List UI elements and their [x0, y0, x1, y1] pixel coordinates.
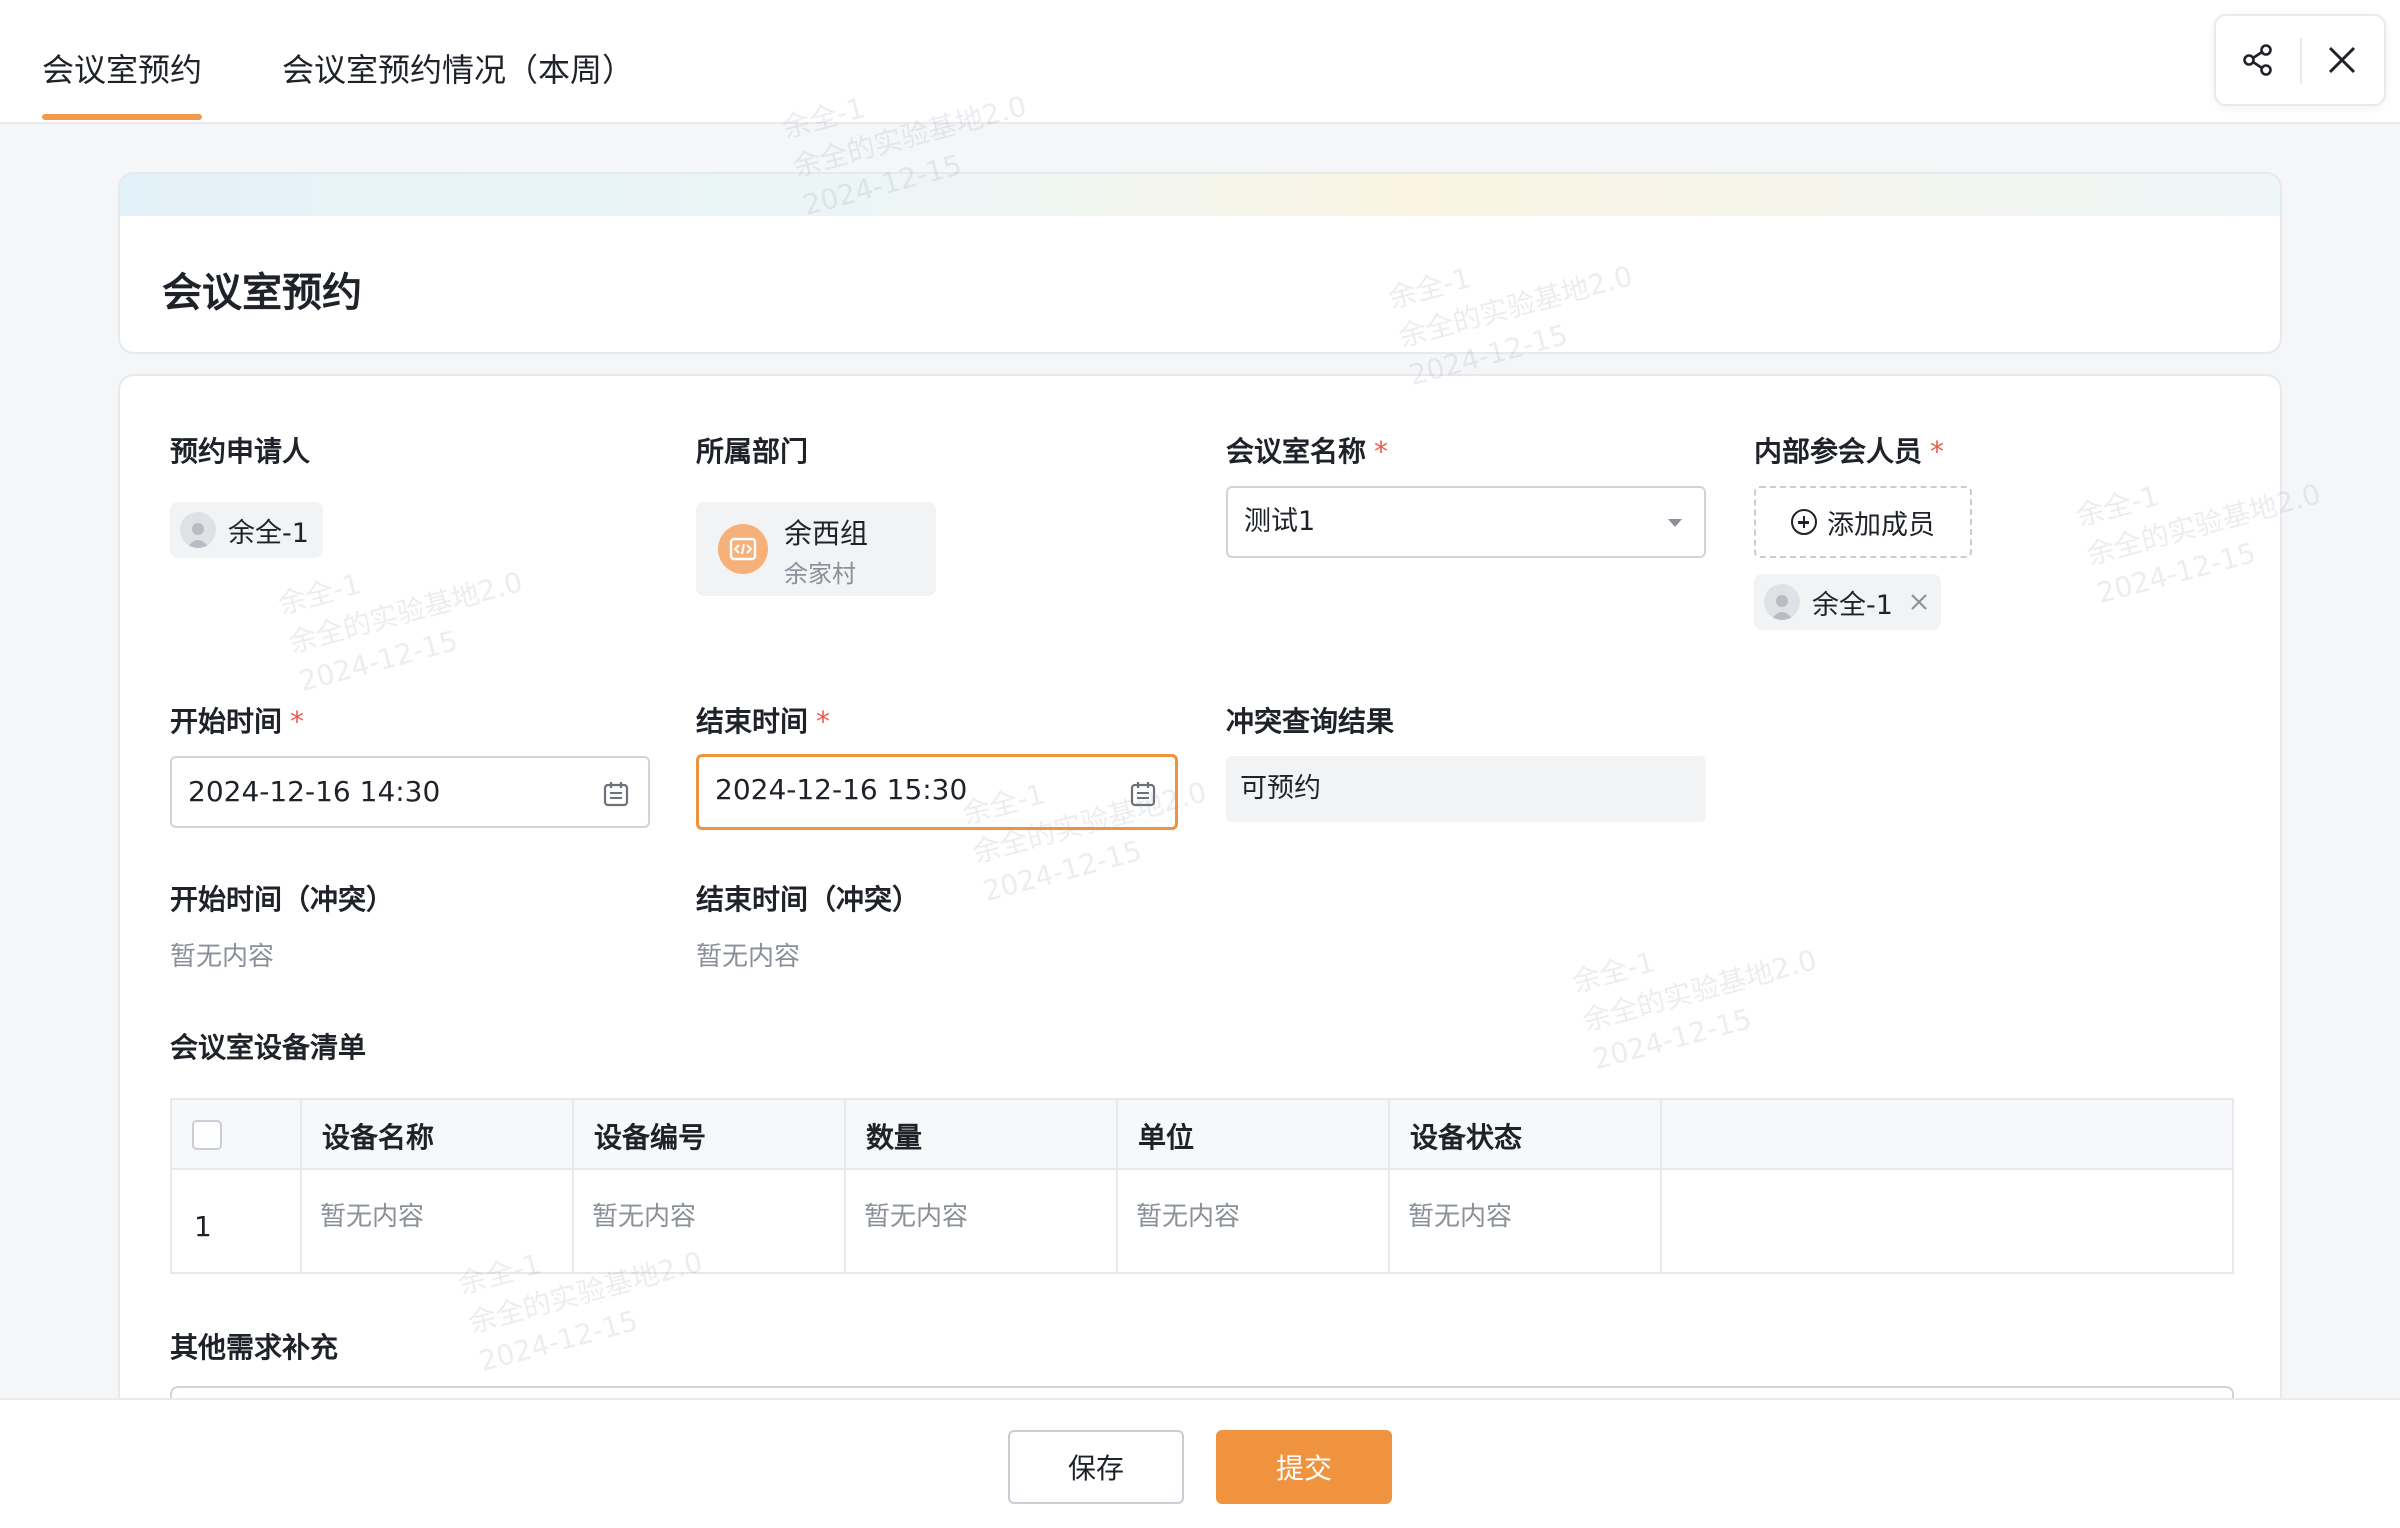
- table-cell: 暂无内容: [320, 1196, 424, 1233]
- required-mark: *: [816, 705, 830, 738]
- required-mark: *: [1930, 435, 1944, 468]
- share-icon: [2240, 42, 2276, 78]
- active-tab-indicator: [42, 114, 202, 120]
- remove-member-icon[interactable]: [1909, 592, 1929, 612]
- column-header-device-name: 设备名称: [322, 1116, 434, 1156]
- form-title-card: 会议室预约: [118, 172, 2282, 354]
- member-chip: 余全-1: [1754, 574, 1941, 630]
- title-card-gradient: [120, 174, 2280, 216]
- applicant-label: 预约申请人: [170, 430, 310, 470]
- end-time-input[interactable]: 2024-12-16 15:30: [696, 754, 1178, 830]
- table-cell: 暂无内容: [864, 1196, 968, 1233]
- start-conflict-value: 暂无内容: [170, 936, 274, 973]
- department-chip: 余西组 余家村: [696, 502, 936, 596]
- column-divider: [1388, 1100, 1390, 1272]
- department-code-icon: [718, 524, 768, 574]
- add-member-button[interactable]: 添加成员: [1754, 486, 1972, 558]
- start-time-input[interactable]: 2024-12-16 14:30: [170, 756, 650, 828]
- required-mark: *: [290, 705, 304, 738]
- user-icon: [1768, 590, 1796, 620]
- start-time-label: 开始时间*: [170, 700, 304, 740]
- form-title: 会议室预约: [162, 260, 362, 318]
- avatar: [1764, 584, 1800, 620]
- window-actions: [2214, 14, 2386, 106]
- calendar-icon: [602, 780, 630, 808]
- column-header-device-number: 设备编号: [594, 1116, 706, 1156]
- column-header-unit: 单位: [1138, 1116, 1194, 1156]
- top-tab-bar: 会议室预约 会议室预约情况（本周）: [0, 0, 2400, 124]
- save-button[interactable]: 保存: [1008, 1430, 1184, 1504]
- room-name-value: 测试1: [1244, 506, 1315, 537]
- share-button[interactable]: [2216, 16, 2300, 104]
- submit-button[interactable]: 提交: [1216, 1430, 1392, 1504]
- conflict-result-value: 可预约: [1226, 756, 1706, 822]
- column-divider: [844, 1100, 846, 1272]
- required-mark: *: [1374, 435, 1388, 468]
- close-button[interactable]: [2300, 16, 2384, 104]
- end-conflict-label: 结束时间（冲突）: [696, 878, 920, 918]
- column-divider: [300, 1100, 302, 1272]
- start-conflict-label: 开始时间（冲突）: [170, 878, 394, 918]
- column-header-device-status: 设备状态: [1410, 1116, 1522, 1156]
- form-footer: 保存 提交: [0, 1398, 2400, 1528]
- end-conflict-value: 暂无内容: [696, 936, 800, 973]
- column-header-quantity: 数量: [866, 1116, 922, 1156]
- table-cell: 暂无内容: [1408, 1196, 1512, 1233]
- tab-room-booking[interactable]: 会议室预约: [42, 46, 202, 94]
- user-icon: [184, 518, 212, 548]
- equipment-list-label: 会议室设备清单: [170, 1026, 366, 1066]
- chevron-down-icon: [1668, 519, 1682, 527]
- avatar: [180, 512, 216, 548]
- department-parent: 余家村: [784, 554, 856, 589]
- table-header: [172, 1100, 2232, 1170]
- applicant-chip: 余全-1: [170, 502, 323, 558]
- department-name: 余西组: [784, 512, 868, 552]
- applicant-name: 余全-1: [228, 511, 309, 550]
- start-time-value: 2024-12-16 14:30: [188, 775, 440, 808]
- column-divider: [1116, 1100, 1118, 1272]
- internal-members-label: 内部参会人员*: [1754, 430, 1944, 470]
- add-circle-icon: [1791, 509, 1817, 535]
- booking-form: 预约申请人 余全-1 所属部门 余西组 余家村 会议室名称* 测试1 内部参会人…: [118, 374, 2282, 1514]
- column-divider: [1660, 1100, 1662, 1272]
- calendar-icon: [1129, 780, 1157, 808]
- row-index: 1: [194, 1210, 212, 1243]
- other-requirements-label: 其他需求补充: [170, 1326, 338, 1366]
- end-time-label: 结束时间*: [696, 700, 830, 740]
- equipment-table: 设备名称 设备编号 数量 单位 设备状态 1 暂无内容 暂无内容 暂无内容 暂无…: [170, 1098, 2234, 1274]
- column-divider: [572, 1100, 574, 1272]
- room-name-label: 会议室名称*: [1226, 430, 1388, 470]
- department-label: 所属部门: [696, 430, 808, 470]
- tab-room-booking-status-week[interactable]: 会议室预约情况（本周）: [282, 46, 634, 94]
- table-cell: 暂无内容: [1136, 1196, 1240, 1233]
- room-name-select[interactable]: 测试1: [1226, 486, 1706, 558]
- conflict-result-label: 冲突查询结果: [1226, 700, 1394, 740]
- select-all-checkbox[interactable]: [192, 1120, 222, 1150]
- close-icon: [2325, 43, 2359, 77]
- table-cell: 暂无内容: [592, 1196, 696, 1233]
- member-name: 余全-1: [1812, 583, 1893, 622]
- end-time-value: 2024-12-16 15:30: [715, 773, 967, 806]
- add-member-label: 添加成员: [1827, 503, 1935, 542]
